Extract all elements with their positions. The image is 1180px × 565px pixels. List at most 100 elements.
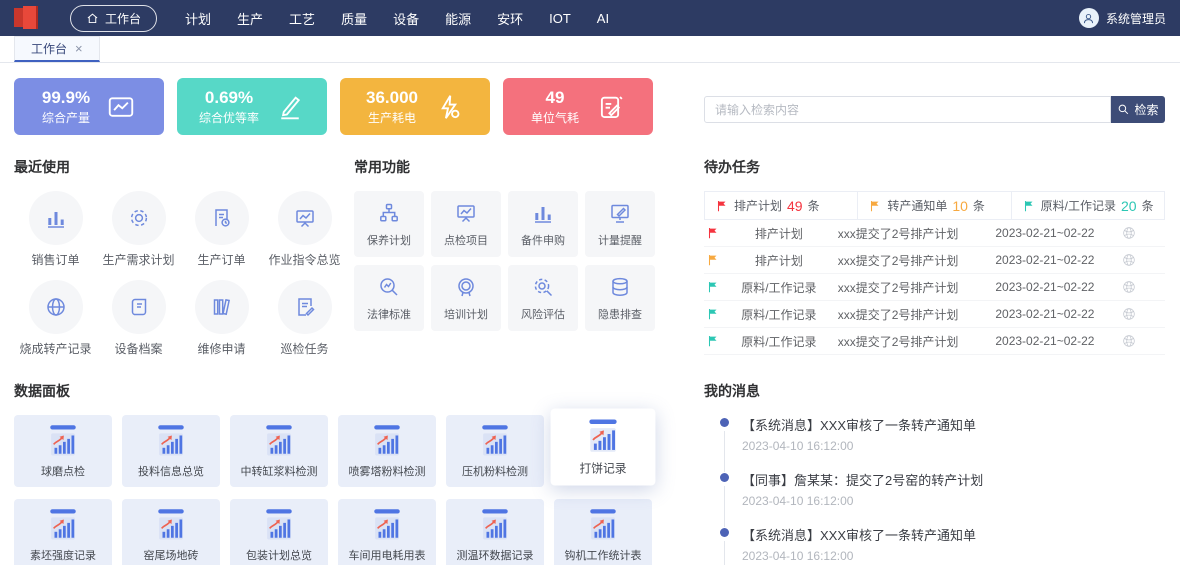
nav-item-equipment[interactable]: 设备 [393,9,419,28]
panel-chart-icon [41,508,85,542]
user-name: 系统管理员 [1106,10,1166,27]
common-item-hazard-check[interactable]: 隐患排查 [585,265,655,331]
panel-chart-icon [579,418,626,454]
common-item-risk-assessment[interactable]: 风险评估 [508,265,578,331]
message-item[interactable]: 【系统消息】XXX审核了一条转产通知单 2023-04-10 16:12:00 [720,525,1165,565]
recent-item-demand-plan[interactable]: 生产需求计划 [97,191,180,268]
recent-item-inspection-task[interactable]: 巡检任务 [263,280,346,357]
stat-value: 36.000 [366,87,418,108]
panel-card-kiln-end-tile[interactable]: 窑尾场地砖 [122,499,220,565]
panel-chart-icon [257,508,301,542]
nav-item-plan[interactable]: 计划 [185,9,211,28]
detail-wheel-icon[interactable] [1121,306,1137,322]
panel-card-excavator-stats[interactable]: 钩机工作统计表 [554,499,652,565]
clipboard-edit-icon [595,92,625,122]
todo-row[interactable]: 排产计划 xxx提交了2号排产计划 2023-02-21~02-22 [704,247,1165,274]
recent-item-equipment-archive[interactable]: 设备档案 [97,280,180,357]
recent-item-repair-request[interactable]: 维修申请 [180,280,263,357]
stat-card-gas[interactable]: 49 单位气耗 [503,78,653,135]
flag-icon [706,253,720,267]
magnifier-chart-icon [377,275,401,299]
nav-item-production[interactable]: 生产 [237,9,263,28]
detail-wheel-icon[interactable] [1121,252,1137,268]
search-icon [1117,103,1130,116]
panel-chart-icon [473,424,517,458]
stat-label: 综合优等率 [199,109,259,126]
data-panels-section: 数据面板 球磨点检 投料信息总览 中转缸浆料检测 喷雾塔粉料检测 [14,381,654,565]
message-item[interactable]: 【系统消息】XXX审核了一条转产通知单 2023-04-10 16:12:00 [720,415,1165,470]
stat-card-output[interactable]: 99.9% 综合产量 [14,78,164,135]
tab-workbench[interactable]: 工作台 × [14,36,100,62]
recent-item-firing-record[interactable]: 烧成转产记录 [14,280,97,357]
flow-chart-icon [377,201,401,225]
nav-item-iot[interactable]: IOT [549,11,571,26]
message-item[interactable]: 【同事】詹某某：提交了2号窑的转产计划 2023-04-10 16:12:00 [720,470,1165,525]
close-icon[interactable]: × [75,41,83,56]
flag-icon [1022,199,1036,213]
section-title-todo: 待办任务 [704,157,1165,177]
database-icon [608,275,632,299]
common-item-spare-parts[interactable]: 备件申购 [508,191,578,257]
search-bar: 检索 [704,96,1165,123]
screen-edit-icon [608,201,632,225]
main-menu: 计划 生产 工艺 质量 设备 能源 安环 IOT AI [185,9,1079,28]
search-button[interactable]: 检索 [1111,96,1165,123]
panel-card-cake-record[interactable]: 打饼记录 [551,408,656,485]
todo-row[interactable]: 原料/工作记录 xxx提交了2号排产计划 2023-02-21~02-22 [704,301,1165,328]
detail-wheel-icon[interactable] [1121,225,1137,241]
workbench-app: 工作台 计划 生产 工艺 质量 设备 能源 安环 IOT AI 系统管理员 工作… [0,0,1180,565]
books-icon [210,295,234,319]
flag-icon [706,226,720,240]
gear-icon [127,206,151,230]
workbench-button[interactable]: 工作台 [70,5,157,32]
recent-item-sales-order[interactable]: 销售订单 [14,191,97,268]
nav-item-energy[interactable]: 能源 [445,9,471,28]
detail-wheel-icon[interactable] [1121,279,1137,295]
nav-item-quality[interactable]: 质量 [341,9,367,28]
recent-item-work-instruction[interactable]: 作业指令总览 [263,191,346,268]
search-input[interactable] [704,96,1111,123]
nav-item-ai[interactable]: AI [597,11,609,26]
workbench-button-label: 工作台 [105,10,141,27]
panel-chart-icon [365,424,409,458]
avatar [1079,8,1099,28]
common-item-maintenance-plan[interactable]: 保养计划 [354,191,424,257]
todo-tab-material-record[interactable]: 原料/工作记录 20 条 [1012,192,1164,219]
panel-card-temp-ring-data[interactable]: 测温环数据记录 [446,499,544,565]
todo-row[interactable]: 排产计划 xxx提交了2号排产计划 2023-02-21~02-22 [704,220,1165,247]
common-item-spot-check[interactable]: 点检项目 [431,191,501,257]
todo-row[interactable]: 原料/工作记录 xxx提交了2号排产计划 2023-02-21~02-22 [704,274,1165,301]
line-chart-icon [106,92,136,122]
todo-row[interactable]: 原料/工作记录 xxx提交了2号排产计划 2023-02-21~02-22 [704,328,1165,355]
recent-item-production-order[interactable]: 生产订单 [180,191,263,268]
common-item-legal-standard[interactable]: 法律标准 [354,265,424,331]
document-badge-icon [210,206,234,230]
stat-card-grade-rate[interactable]: 0.69% 综合优等率 [177,78,327,135]
panel-card-packing-overview[interactable]: 包装计划总览 [230,499,328,565]
user-menu[interactable]: 系统管理员 [1079,8,1166,28]
main-content: 99.9% 综合产量 0.69% 综合优等率 36.000 生产耗电 49 [0,63,1180,565]
panel-card-ball-mill[interactable]: 球磨点检 [14,415,112,487]
bar-chart-icon [531,201,555,225]
panel-card-body-strength[interactable]: 素坯强度记录 [14,499,112,565]
common-item-metering-reminder[interactable]: 计量提醒 [585,191,655,257]
detail-wheel-icon[interactable] [1121,333,1137,349]
stat-card-power[interactable]: 36.000 生产耗电 [340,78,490,135]
todo-tab-count: 10 [952,198,968,214]
todo-tab-changeover-notice[interactable]: 转产通知单 10 条 [858,192,1011,219]
nav-item-process[interactable]: 工艺 [289,9,315,28]
panel-card-slurry-test[interactable]: 中转缸浆料检测 [230,415,328,487]
right-column: 检索 待办任务 排产计划 49 条 转产通知单 10 条 [704,78,1165,565]
todo-tab-scheduling[interactable]: 排产计划 49 条 [705,192,858,219]
common-item-training-plan[interactable]: 培训计划 [431,265,501,331]
pencil-icon [275,92,305,122]
panel-card-workshop-power[interactable]: 车间用电耗用表 [338,499,436,565]
panel-card-spray-tower-test[interactable]: 喷雾塔粉料检测 [338,415,436,487]
nav-item-safety[interactable]: 安环 [497,9,523,28]
stat-label: 综合产量 [42,109,90,126]
message-list: 【系统消息】XXX审核了一条转产通知单 2023-04-10 16:12:00 … [704,415,1165,565]
gear-magnifier-icon [531,275,555,299]
stat-value: 49 [531,87,579,108]
panel-card-feeding-overview[interactable]: 投料信息总览 [122,415,220,487]
panel-card-press-powder-test[interactable]: 压机粉料检测 [446,415,544,487]
